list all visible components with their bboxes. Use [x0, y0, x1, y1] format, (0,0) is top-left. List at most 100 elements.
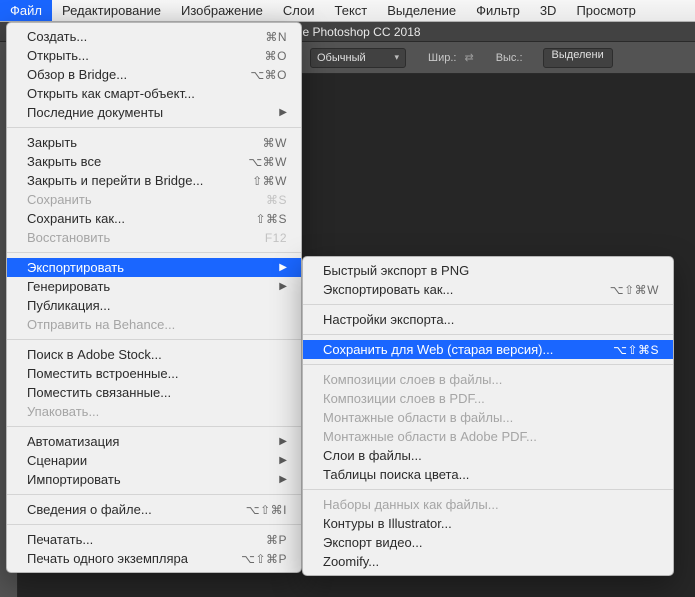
file-menu-item-4[interactable]: Последние документы▶: [7, 103, 301, 122]
menu-item-label: Быстрый экспорт в PNG: [323, 263, 659, 278]
menu-item-label: Обзор в Bridge...: [27, 67, 226, 82]
menu-item-label: Публикация...: [27, 298, 287, 313]
menu-shortcut: ⌥⇧⌘P: [241, 552, 287, 566]
menu-item-label: Композиции слоев в PDF...: [323, 391, 659, 406]
export-menu-item-3[interactable]: Настройки экспорта...: [303, 310, 673, 329]
export-menu-item-10: Монтажные области в Adobe PDF...: [303, 427, 673, 446]
file-menu-separator: [7, 494, 301, 495]
menu-item-label: Сведения о файле...: [27, 502, 222, 517]
export-menu-item-16[interactable]: Экспорт видео...: [303, 533, 673, 552]
menu-item-label: Настройки экспорта...: [323, 312, 659, 327]
submenu-arrow-icon: ▶: [279, 107, 287, 118]
file-menu-item-25[interactable]: Импортировать▶: [7, 470, 301, 489]
export-menu-item-1[interactable]: Экспортировать как...⌥⇧⌘W: [303, 280, 673, 299]
file-menu-item-18[interactable]: Поиск в Adobe Stock...: [7, 345, 301, 364]
file-menu-separator: [7, 339, 301, 340]
menu-item-label: Упаковать...: [27, 404, 287, 419]
height-label: Выс.:: [496, 52, 523, 64]
file-menu-item-7[interactable]: Закрыть все ⌥⌘W: [7, 152, 301, 171]
file-menu-item-14[interactable]: Генерировать▶: [7, 277, 301, 296]
file-menu-item-1[interactable]: Открыть... ⌘O: [7, 46, 301, 65]
file-menu-item-9: Сохранить⌘S: [7, 190, 301, 209]
file-menu-separator: [7, 252, 301, 253]
menubar-item-5[interactable]: Выделение: [377, 0, 466, 21]
menu-item-label: Слои в файлы...: [323, 448, 659, 463]
export-menu-item-7: Композиции слоев в файлы...: [303, 370, 673, 389]
menu-item-label: Экспорт видео...: [323, 535, 659, 550]
file-menu-item-13[interactable]: Экспортировать▶: [7, 258, 301, 277]
menubar-item-6[interactable]: Фильтр: [466, 0, 530, 21]
export-menu-item-5[interactable]: Сохранить для Web (старая версия)...⌥⇧⌘S: [303, 340, 673, 359]
menu-item-label: Восстановить: [27, 230, 241, 245]
width-label: Шир.:: [428, 52, 456, 64]
export-menu-item-8: Композиции слоев в PDF...: [303, 389, 673, 408]
swap-icon[interactable]: ⇄: [464, 51, 473, 64]
file-menu-item-6[interactable]: Закрыть⌘W: [7, 133, 301, 152]
menu-item-label: Экспортировать как...: [323, 282, 586, 297]
file-menu-separator: [7, 426, 301, 427]
export-menu-item-14: Наборы данных как файлы...: [303, 495, 673, 514]
file-menu-item-0[interactable]: Создать...⌘N: [7, 27, 301, 46]
select-button[interactable]: Выделени: [543, 48, 613, 68]
file-menu-item-29[interactable]: Печатать...⌘P: [7, 530, 301, 549]
blend-mode-label: Обычный: [317, 52, 366, 64]
menubar-item-3[interactable]: Слои: [273, 0, 325, 21]
submenu-arrow-icon: ▶: [279, 455, 287, 466]
menu-shortcut: ⌥⇧⌘S: [613, 343, 659, 357]
menu-item-label: Открыть...: [27, 48, 241, 63]
export-menu-item-12[interactable]: Таблицы поиска цвета...: [303, 465, 673, 484]
file-menu-item-10[interactable]: Сохранить как... ⇧⌘S: [7, 209, 301, 228]
menu-item-label: Поместить встроенные...: [27, 366, 287, 381]
menubar-item-7[interactable]: 3D: [530, 0, 567, 21]
menu-item-label: Монтажные области в файлы...: [323, 410, 659, 425]
menu-item-label: Сценарии: [27, 453, 255, 468]
export-menu-separator: [303, 489, 673, 490]
menu-item-label: Сохранить: [27, 192, 242, 207]
file-menu: Создать...⌘N Открыть... ⌘O Обзор в Bridge..…: [6, 22, 302, 573]
export-menu-item-15[interactable]: Контуры в Illustrator...: [303, 514, 673, 533]
menubar-item-0[interactable]: Файл: [0, 0, 52, 21]
menu-item-label: Закрыть и перейти в Bridge...: [27, 173, 228, 188]
file-menu-item-8[interactable]: Закрыть и перейти в Bridge... ⇧⌘W: [7, 171, 301, 190]
menubar-item-2[interactable]: Изображение: [171, 0, 273, 21]
menu-item-label: Таблицы поиска цвета...: [323, 467, 659, 482]
export-menu-item-9: Монтажные области в файлы...: [303, 408, 673, 427]
menu-item-label: Автоматизация: [27, 434, 255, 449]
menu-item-label: Сохранить как...: [27, 211, 231, 226]
submenu-arrow-icon: ▶: [279, 474, 287, 485]
file-menu-separator: [7, 524, 301, 525]
menu-shortcut: ⇧⌘W: [252, 174, 287, 188]
menu-shortcut: ⌥⌘W: [248, 155, 287, 169]
submenu-arrow-icon: ▶: [279, 436, 287, 447]
menu-item-label: Поместить связанные...: [27, 385, 287, 400]
export-menu-item-17[interactable]: Zoomify...: [303, 552, 673, 571]
menu-item-label: Поиск в Adobe Stock...: [27, 347, 287, 362]
export-menu-separator: [303, 334, 673, 335]
export-menu-item-11[interactable]: Слои в файлы...: [303, 446, 673, 465]
menu-shortcut: ⌘P: [266, 533, 287, 547]
export-menu-separator: [303, 364, 673, 365]
menubar-item-8[interactable]: Просмотр: [566, 0, 645, 21]
menu-item-label: Закрыть все: [27, 154, 224, 169]
menu-shortcut: ⌘O: [265, 49, 287, 63]
menu-shortcut: ⇧⌘S: [255, 212, 287, 226]
menubar-item-1[interactable]: Редактирование: [52, 0, 171, 21]
file-menu-item-20[interactable]: Поместить связанные...: [7, 383, 301, 402]
file-menu-item-15[interactable]: Публикация...: [7, 296, 301, 315]
file-menu-item-19[interactable]: Поместить встроенные...: [7, 364, 301, 383]
menubar-item-4[interactable]: Текст: [325, 0, 378, 21]
file-menu-item-23[interactable]: Автоматизация ▶: [7, 432, 301, 451]
file-menu-item-27[interactable]: Сведения о файле... ⌥⇧⌘I: [7, 500, 301, 519]
export-submenu: Быстрый экспорт в PNG Экспортировать как.…: [302, 256, 674, 576]
blend-mode-select[interactable]: Обычный ▾: [310, 48, 406, 68]
file-menu-item-24[interactable]: Сценарии ▶: [7, 451, 301, 470]
menu-item-label: Закрыть: [27, 135, 239, 150]
file-menu-item-30[interactable]: Печать одного экземпляра⌥⇧⌘P: [7, 549, 301, 568]
file-menu-item-3[interactable]: Открыть как смарт-объект...: [7, 84, 301, 103]
menu-shortcut: ⌥⇧⌘I: [246, 503, 287, 517]
export-menu-item-0[interactable]: Быстрый экспорт в PNG: [303, 261, 673, 280]
file-menu-item-2[interactable]: Обзор в Bridge...⌥⌘O: [7, 65, 301, 84]
file-menu-item-11: ВосстановитьF12: [7, 228, 301, 247]
file-menu-separator: [7, 127, 301, 128]
file-menu-item-21: Упаковать...: [7, 402, 301, 421]
